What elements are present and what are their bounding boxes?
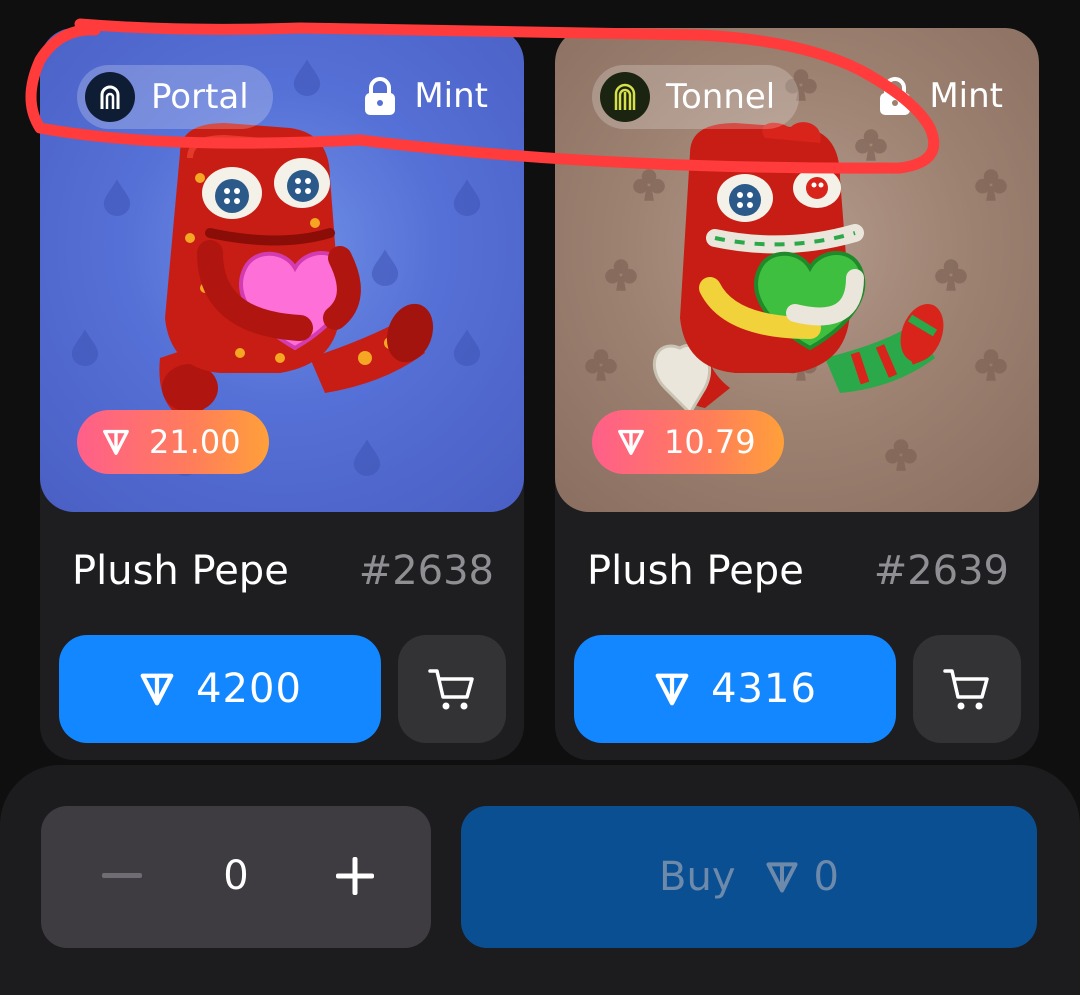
marketplace-name: Portal bbox=[151, 77, 249, 117]
portal-logo-icon bbox=[85, 72, 135, 122]
add-to-cart-button[interactable] bbox=[398, 635, 506, 743]
quantity-stepper: 0 bbox=[41, 806, 431, 948]
ton-icon bbox=[103, 429, 129, 455]
floor-price-badge: 10.79 bbox=[592, 410, 784, 474]
minus-icon bbox=[102, 873, 142, 878]
gift-name: Plush Pepe bbox=[587, 548, 804, 594]
price-label: 4316 bbox=[711, 666, 817, 712]
gift-name: Plush Pepe bbox=[72, 548, 289, 594]
quantity-value: 0 bbox=[223, 853, 249, 899]
lock-icon bbox=[365, 77, 396, 115]
tonnel-logo-icon bbox=[600, 72, 650, 122]
floor-price: 21.00 bbox=[149, 423, 241, 461]
mint-label: Mint bbox=[414, 76, 488, 116]
plus-icon bbox=[336, 857, 374, 895]
buy-label: Buy bbox=[659, 854, 736, 900]
ton-icon bbox=[764, 859, 800, 895]
increment-button[interactable] bbox=[325, 846, 385, 906]
gift-card[interactable]: Tonnel Mint 10.79 Plush Pepe #2639 4316 bbox=[555, 28, 1039, 760]
cart-icon bbox=[943, 669, 989, 710]
marketplace-name: Tonnel bbox=[666, 77, 776, 117]
gift-number: #2639 bbox=[873, 548, 1009, 594]
add-to-cart-button[interactable] bbox=[913, 635, 1021, 743]
ton-icon bbox=[618, 429, 644, 455]
decrement-button[interactable] bbox=[97, 846, 147, 906]
buy-price-button[interactable]: 4316 bbox=[574, 635, 896, 743]
gift-number: #2638 bbox=[358, 548, 494, 594]
buy-price-button[interactable]: 4200 bbox=[59, 635, 381, 743]
marketplace-badge[interactable]: Tonnel bbox=[592, 65, 800, 129]
lock-icon bbox=[880, 77, 911, 115]
ton-icon bbox=[138, 670, 176, 708]
gift-card[interactable]: Portal Mint 21.00 Plush Pepe #2638 4200 bbox=[40, 28, 524, 760]
mint-status[interactable]: Mint bbox=[877, 76, 1003, 116]
mint-status[interactable]: Mint bbox=[362, 76, 488, 116]
marketplace-badge[interactable]: Portal bbox=[77, 65, 273, 129]
floor-price: 10.79 bbox=[664, 423, 756, 461]
total-price: 0 bbox=[813, 854, 839, 900]
price-label: 4200 bbox=[196, 666, 302, 712]
floor-price-badge: 21.00 bbox=[77, 410, 269, 474]
checkout-buy-button[interactable]: Buy 0 bbox=[461, 806, 1037, 948]
mint-label: Mint bbox=[929, 76, 1003, 116]
ton-icon bbox=[653, 670, 691, 708]
cart-icon bbox=[428, 669, 474, 710]
